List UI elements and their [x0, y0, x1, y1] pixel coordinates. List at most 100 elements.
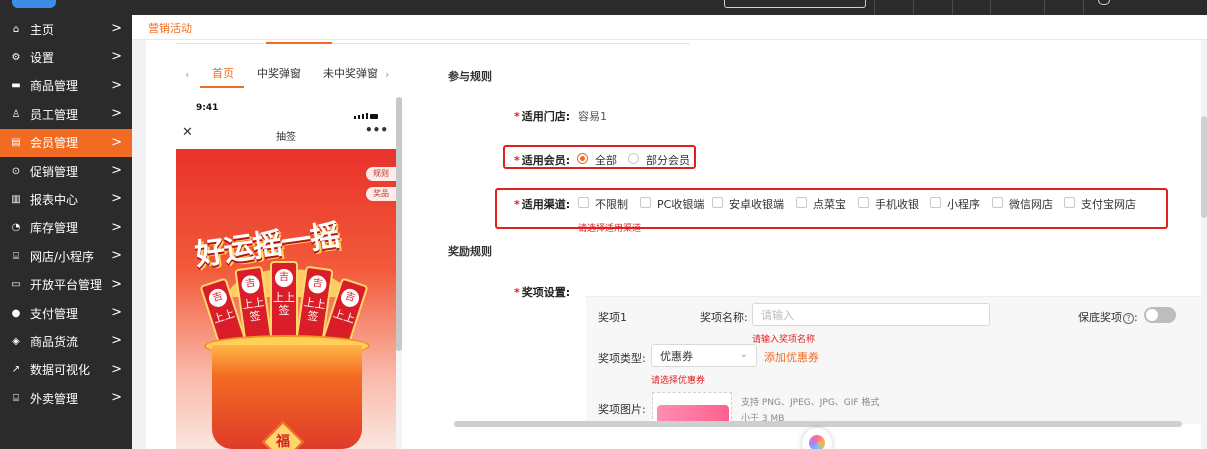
channel-option-label[interactable]: 点菜宝 [813, 196, 846, 212]
sidebar-item-label: 员工管理 [30, 107, 79, 122]
sidebar-item-staff[interactable]: ♙ 员工管理 > [0, 100, 132, 128]
sidebar-item-label: 报表中心 [30, 192, 79, 207]
sidebar-item-pay[interactable]: ● 支付管理 > [0, 299, 132, 327]
monitor-icon: ▭ [11, 279, 21, 291]
sidebar-item-monitor[interactable]: ▭ 开放平台管理 > [0, 271, 132, 299]
sidebar-item-label: 网店/小程序 [30, 249, 95, 264]
channel-checkbox[interactable] [858, 197, 869, 208]
sidebar-item-gear[interactable]: ⚙ 设置 > [0, 43, 132, 71]
assistant-icon [809, 435, 825, 449]
sidebar-item-label: 设置 [30, 50, 55, 65]
goods-icon: ▬ [11, 80, 21, 92]
chevron-right-icon: > [111, 305, 122, 320]
sidebar-item-logistics[interactable]: ◈ 商品货流 > [0, 327, 132, 355]
member-partial-radio[interactable] [628, 153, 639, 164]
tab-preview-home[interactable]: 首页 [212, 65, 234, 81]
add-coupon-link[interactable]: 添加优惠券 [764, 349, 819, 365]
prize-name-input[interactable]: 请输入 [752, 303, 990, 326]
shop-icon: ⌸ [13, 250, 19, 262]
channel-option-label[interactable]: 不限制 [595, 196, 628, 212]
channel-checkbox[interactable] [640, 197, 651, 208]
channel-checkbox[interactable] [992, 197, 1003, 208]
prize-image-upload[interactable] [652, 392, 732, 424]
more-icon[interactable]: ••• [365, 123, 388, 137]
header-divider [952, 0, 953, 15]
horizontal-scrollbar[interactable] [454, 421, 1182, 427]
tab-preview-lose-popup[interactable]: 未中奖弹窗 [323, 65, 378, 81]
phone-preview: 9:41 ✕ 抽签 ••• 规则 奖品 好运摇一摇 吉上上 吉上上签 吉上上签 … [176, 97, 396, 449]
sidebar-item-label: 支付管理 [30, 306, 79, 321]
chevron-right-icon: > [111, 21, 122, 36]
channel-label: * 适用渠道: [514, 198, 571, 211]
sidebar-item-shop[interactable]: ⌸ 网店/小程序 > [0, 242, 132, 270]
chevron-right-icon: > [111, 106, 122, 122]
channel-option-label[interactable]: 小程序 [947, 196, 980, 212]
divider [176, 43, 690, 44]
member-all-radio[interactable] [577, 153, 588, 164]
chevron-left-icon[interactable]: ‹ [185, 68, 189, 81]
channel-checkbox[interactable] [578, 197, 589, 208]
image-format-hint: 支持 PNG、JPEG、JPG、GIF 格式 [741, 398, 880, 408]
chevron-right-icon: > [111, 248, 122, 264]
guarantee-label: 保底奖项?: [1078, 311, 1138, 324]
channel-option-label[interactable]: 手机收银 [875, 196, 919, 212]
header-search-input[interactable] [724, 0, 866, 8]
guarantee-toggle[interactable] [1144, 307, 1176, 323]
help-icon: ? [1123, 312, 1134, 324]
section-title-participation: 参与规则 [448, 70, 492, 83]
channel-checkbox[interactable] [1064, 197, 1075, 208]
channel-option-label[interactable]: 安卓收银端 [729, 196, 784, 212]
chevron-right-icon: > [111, 134, 122, 150]
staff-icon: ♙ [11, 108, 21, 120]
report-icon: ▥ [11, 193, 21, 205]
preview-page-title: 抽签 [276, 132, 296, 143]
sidebar-item-delivery[interactable]: ⌸ 外卖管理 > [0, 384, 132, 412]
tab-marketing-activity[interactable]: 营销活动 [148, 20, 192, 36]
sidebar-item-promotion[interactable]: ⊙ 促销管理 > [0, 157, 132, 185]
channel-checkbox[interactable] [796, 197, 807, 208]
member-all-label[interactable]: 全部 [595, 152, 617, 168]
sidebar-item-label: 库存管理 [30, 221, 79, 236]
chevron-right-icon: > [111, 361, 122, 377]
channel-option-label[interactable]: PC收银端 [657, 196, 704, 212]
header-divider [990, 0, 991, 15]
chevron-right-icon: > [111, 333, 122, 349]
header-divider [874, 0, 875, 15]
sidebar-item-inventory[interactable]: ◔ 库存管理 > [0, 214, 132, 242]
sidebar-item-label: 商品管理 [30, 79, 79, 94]
sidebar-item-label: 外卖管理 [30, 391, 79, 406]
prizes-tag[interactable]: 奖品 [366, 187, 396, 201]
sidebar-item-report[interactable]: ▥ 报表中心 > [0, 185, 132, 213]
logo [12, 0, 56, 8]
channel-hint: 请选择适用渠道 [578, 224, 642, 234]
member-partial-label[interactable]: 部分会员 [646, 152, 690, 168]
sidebar-item-goods[interactable]: ▬ 商品管理 > [0, 72, 132, 100]
prize-item-title: 奖项1 [598, 311, 627, 324]
header-divider [1083, 0, 1084, 15]
sidebar-item-member[interactable]: ▤ 会员管理 > [0, 128, 132, 157]
vertical-scrollbar[interactable] [1201, 40, 1207, 449]
channel-checkbox[interactable] [712, 197, 723, 208]
status-time: 9:41 [196, 103, 219, 113]
user-avatar-icon[interactable] [1098, 0, 1110, 5]
prize-type-select[interactable]: 优惠券 ⌄ [651, 344, 757, 367]
sidebar-item-chart[interactable]: ↗ 数据可视化 > [0, 356, 132, 384]
tab-preview-win-popup[interactable]: 中奖弹窗 [257, 65, 301, 81]
prize-setting-label: * 奖项设置: [514, 286, 571, 299]
channel-checkbox[interactable] [930, 197, 941, 208]
rules-tag[interactable]: 规则 [366, 167, 396, 181]
sidebar: ⌂ 主页 > ⚙ 设置 > ▬ 商品管理 > ♙ 员工管理 > ▤ 会员管理 > ⊙ 促销管理 > ▥ 报表中心 > ◔ 库… [0, 15, 132, 449]
preview-scrollbar[interactable] [396, 97, 402, 449]
store-value: 容易1 [578, 110, 607, 123]
chevron-right-icon[interactable]: › [385, 68, 389, 81]
chevron-right-icon: > [111, 390, 122, 406]
prize-type-label: 奖项类型: [598, 352, 646, 365]
channel-option-label[interactable]: 微信网店 [1009, 196, 1053, 212]
member-label: * 适用会员: [514, 154, 571, 167]
sidebar-item-home[interactable]: ⌂ 主页 > [0, 15, 132, 43]
gear-icon: ⚙ [11, 51, 21, 63]
channel-option-label[interactable]: 支付宝网店 [1081, 196, 1136, 212]
sidebar-item-label: 商品货流 [30, 334, 79, 349]
home-icon: ⌂ [12, 23, 20, 35]
active-step-indicator [266, 42, 332, 44]
